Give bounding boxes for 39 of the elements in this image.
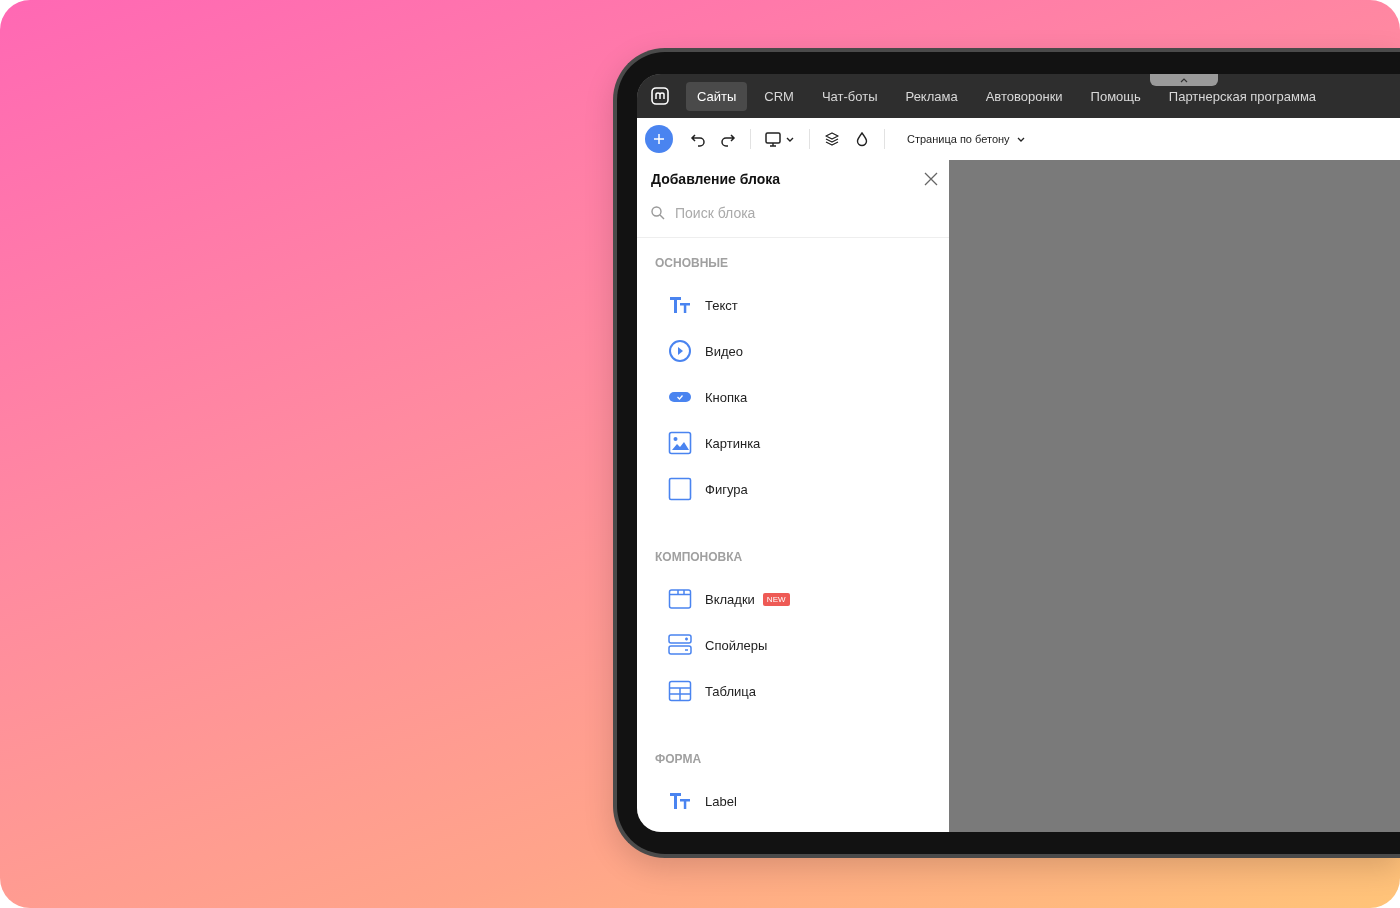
- panel-title: Добавление блока: [651, 171, 781, 187]
- drop-icon[interactable]: [854, 131, 870, 147]
- table-block-icon[interactable]: [668, 679, 692, 703]
- block-type-label[interactable]: Спойлеры: [705, 637, 768, 653]
- shape-block-icon[interactable]: [668, 477, 692, 501]
- block-type-label[interactable]: Вкладки: [705, 591, 755, 607]
- undo-icon[interactable]: [690, 131, 706, 147]
- nav-tab[interactable]: Помощь: [1079, 81, 1152, 111]
- search-icon: [651, 206, 665, 220]
- nav-tab[interactable]: Реклама: [894, 81, 969, 111]
- new-badge: NEW: [762, 592, 790, 606]
- block-type-label[interactable]: Label: [705, 793, 737, 809]
- add-icon[interactable]: [645, 125, 673, 153]
- nav-tab[interactable]: Автоворонки: [974, 81, 1074, 111]
- block-type-label[interactable]: Текст: [705, 297, 738, 313]
- redo-icon[interactable]: [720, 131, 736, 147]
- image-block-icon[interactable]: [668, 431, 692, 455]
- block-type-label[interactable]: Таблица: [705, 683, 756, 699]
- nav-tab[interactable]: CRM: [753, 81, 805, 111]
- chevron-down-icon: [1016, 136, 1025, 142]
- page-selector[interactable]: Страница по бетону: [899, 133, 1033, 145]
- block-type-label[interactable]: Видео: [705, 343, 743, 359]
- monitor-icon[interactable]: [765, 131, 795, 147]
- nav-tab[interactable]: Партнерская программа: [1157, 81, 1328, 111]
- collapse-handle[interactable]: [1150, 74, 1218, 86]
- section-heading: ОСНОВНЫЕ: [654, 256, 730, 270]
- logo-icon: [651, 87, 669, 105]
- spoilers-block-icon[interactable]: [668, 633, 692, 657]
- block-type-label[interactable]: Кнопка: [705, 389, 748, 405]
- video-block-icon[interactable]: [668, 339, 692, 363]
- section-heading: КОМПОНОВКА: [654, 550, 744, 564]
- block-type-label[interactable]: Фигура: [705, 481, 748, 497]
- tabs-block-icon[interactable]: [668, 587, 692, 611]
- nav-tab[interactable]: Чат-боты: [810, 81, 889, 111]
- block-type-label[interactable]: Картинка: [705, 435, 761, 451]
- layers-icon[interactable]: [824, 131, 840, 147]
- nav-tab[interactable]: Сайты: [686, 81, 748, 111]
- close-icon[interactable]: [924, 172, 938, 186]
- section-heading: ФОРМА: [654, 752, 703, 766]
